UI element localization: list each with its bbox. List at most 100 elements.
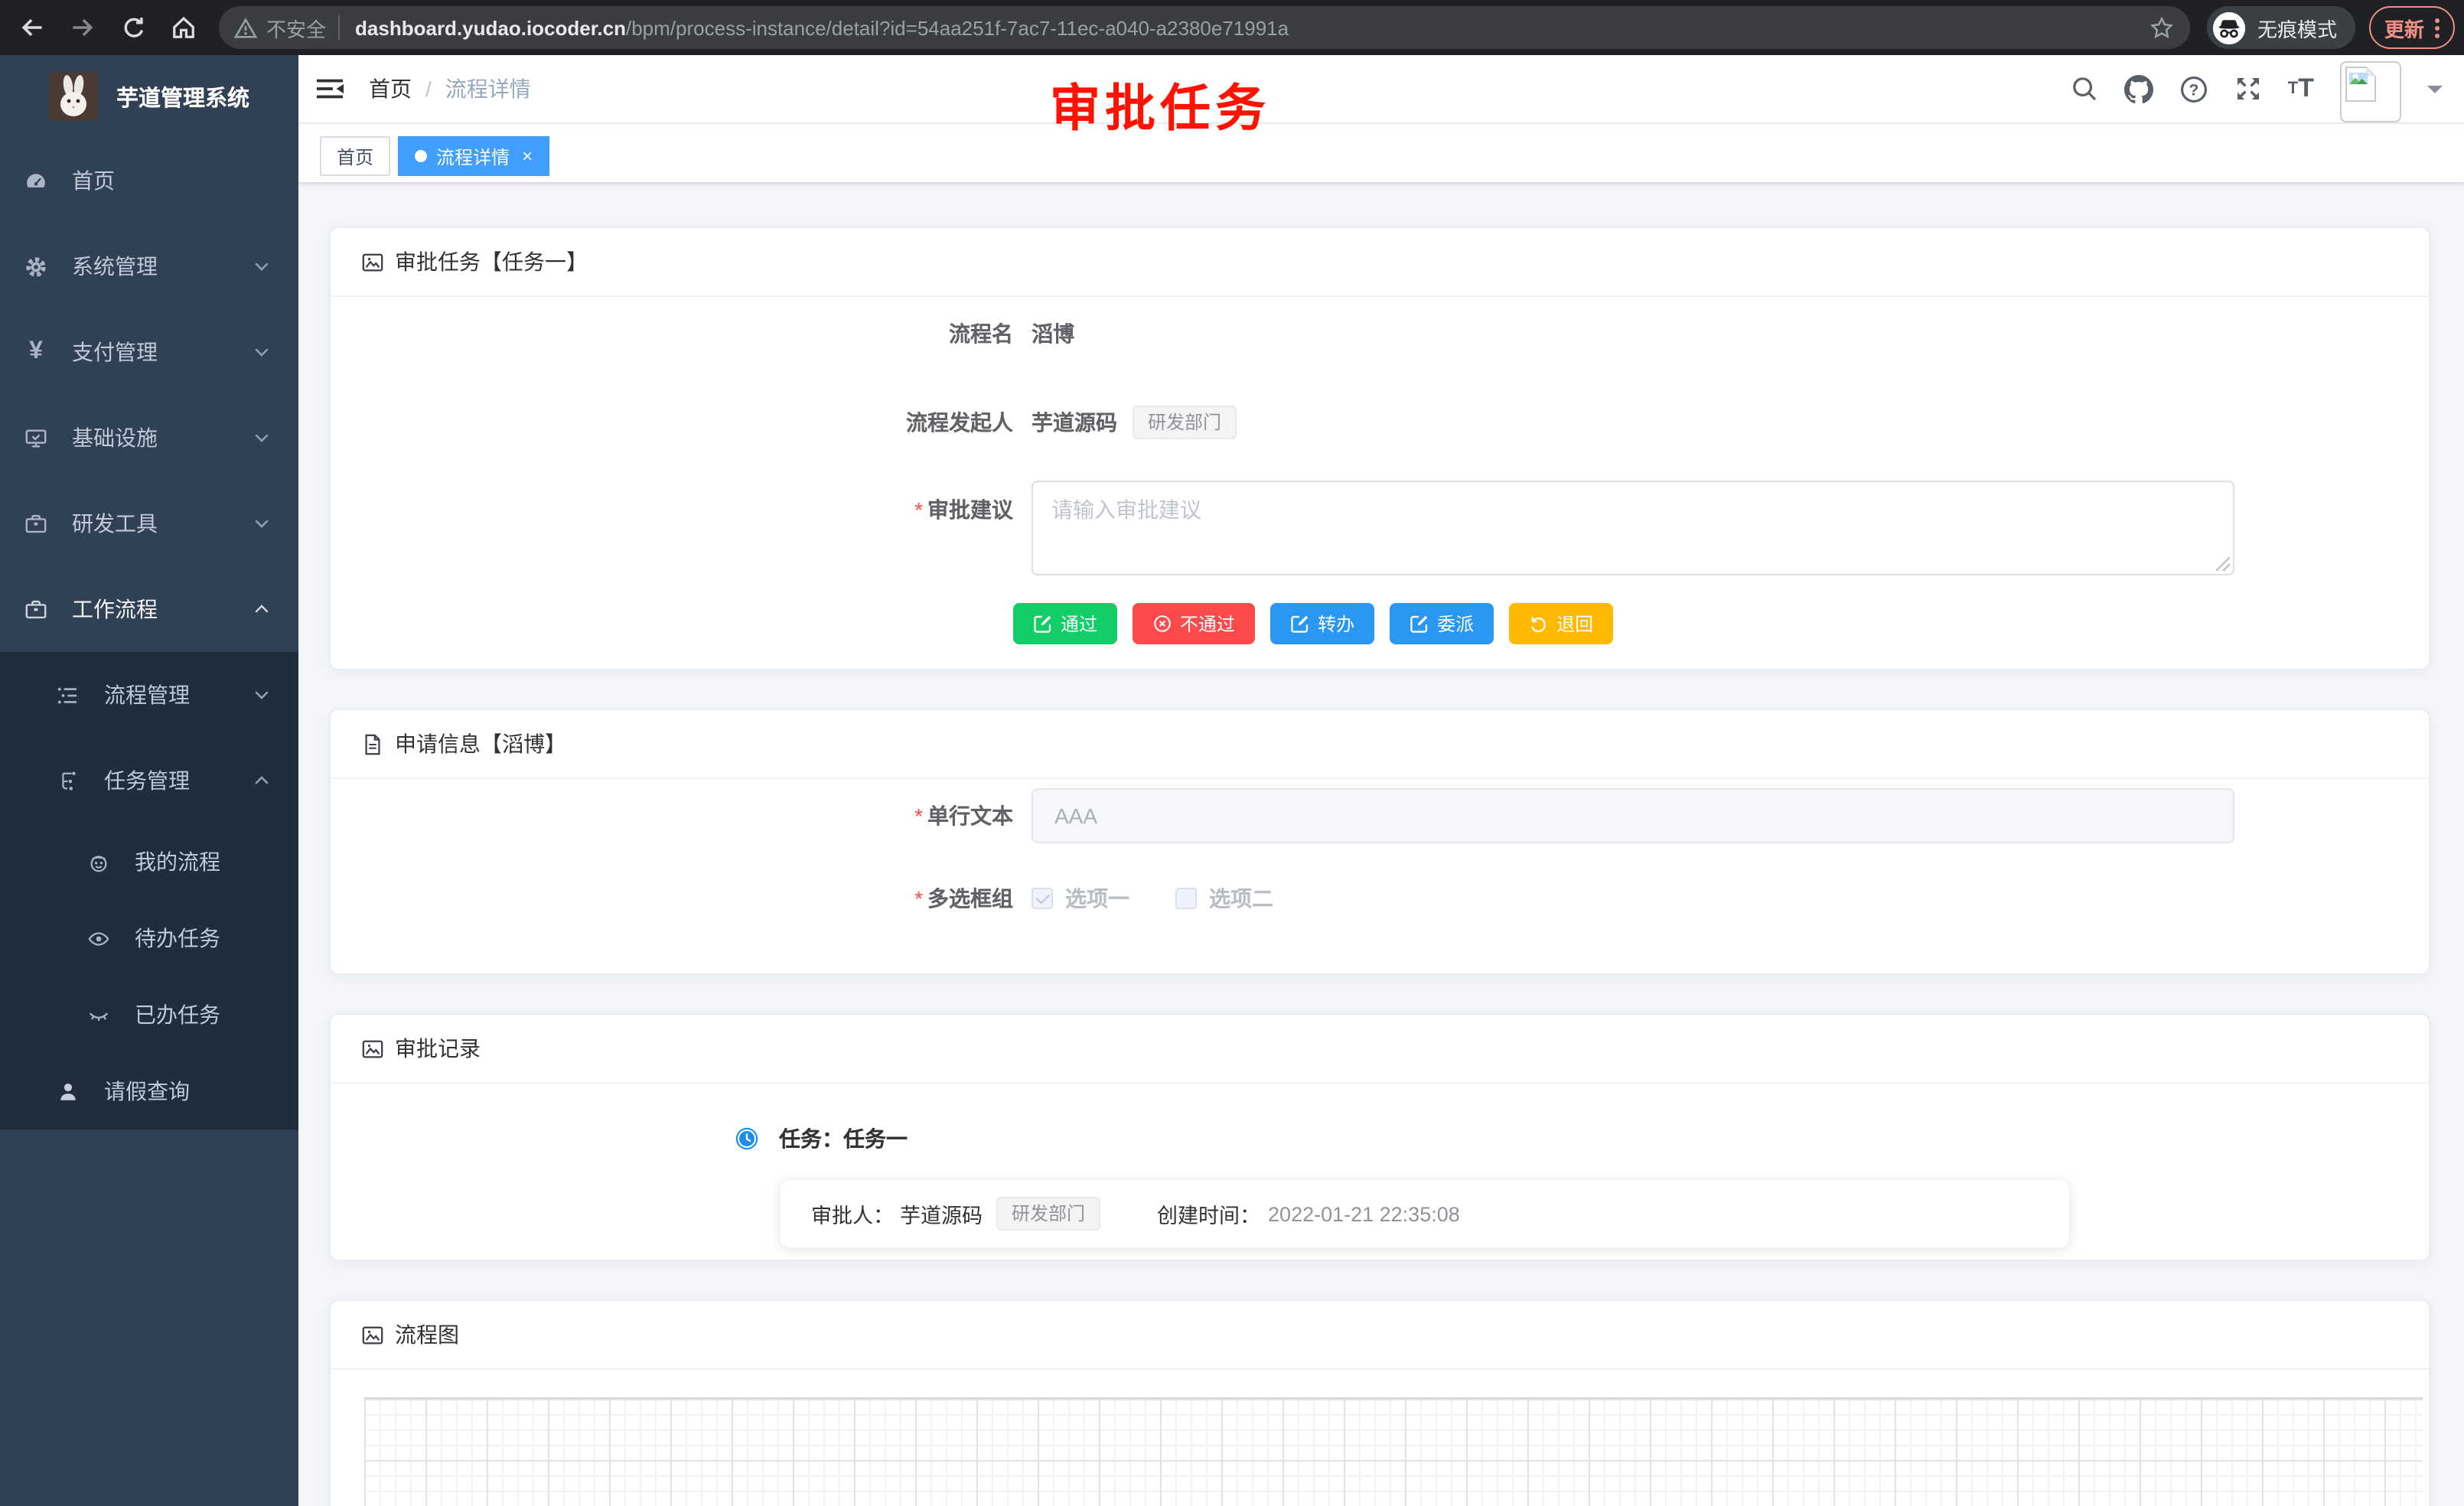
create-time-label: 创建时间：	[1157, 1198, 1260, 1229]
record-detail-card: 审批人： 芋道源码 研发部门 创建时间： 2022-01-21 22:35:08	[781, 1180, 2069, 1247]
security-label: 不安全	[266, 13, 326, 42]
checkbox-checked-icon	[1032, 888, 1053, 909]
text-field-label: 单行文本	[927, 804, 1013, 828]
flow-diagram-card: 流程图	[329, 1299, 2430, 1506]
suggest-textarea-wrap	[1032, 481, 2234, 575]
breadcrumb-separator: /	[425, 77, 432, 101]
sidebar-item-todo-tasks[interactable]: 待办任务	[0, 900, 298, 976]
yen-icon: ¥	[24, 338, 47, 366]
sidebar-item-payment[interactable]: ¥ 支付管理	[0, 309, 298, 395]
incognito-label: 无痕模式	[2257, 13, 2337, 42]
sidebar-item-devtools[interactable]: 研发工具	[0, 481, 298, 566]
sidebar: 芋道管理系统 首页 系统管理 ¥ 支付管理	[0, 55, 298, 1506]
approval-task-card: 审批任务【任务一】 流程名 滔博 流程发起人 芋道源码 研发部门	[329, 227, 2430, 670]
tab-close-icon[interactable]: ×	[522, 145, 533, 167]
return-button[interactable]: 退回	[1509, 603, 1613, 644]
url-bar[interactable]: 不安全 dashboard.yudao.iocoder.cn /bpm/proc…	[219, 6, 2190, 49]
chevron-down-icon	[253, 429, 271, 447]
reject-button[interactable]: 不通过	[1133, 603, 1255, 644]
sidebar-item-task-mgmt[interactable]: 任务管理	[0, 738, 298, 823]
breadcrumb-home[interactable]: 首页	[369, 73, 412, 104]
bookmark-star-icon[interactable]	[2149, 15, 2175, 41]
transfer-button[interactable]: 转办	[1270, 603, 1374, 644]
record-task-title: 任务：任务一	[779, 1123, 908, 1154]
process-name-value: 滔博	[1032, 318, 1074, 349]
monitor-icon	[24, 426, 47, 449]
reload-icon[interactable]	[119, 14, 147, 41]
sidebar-item-process-mgmt[interactable]: 流程管理	[0, 652, 298, 738]
briefcase-icon	[24, 598, 47, 621]
sidebar-item-done-tasks[interactable]: 已办任务	[0, 976, 298, 1053]
avatar[interactable]	[2340, 61, 2401, 122]
chevron-down-icon	[253, 343, 271, 361]
tab-process-detail[interactable]: 流程详情 ×	[398, 136, 549, 176]
process-name-label: 流程名	[331, 318, 1032, 349]
app-logo	[49, 72, 98, 121]
picture-outline-icon	[361, 250, 384, 273]
eye-closed-icon	[87, 1003, 110, 1026]
incognito-icon	[2211, 10, 2247, 45]
not-secure-icon	[234, 16, 257, 39]
logo-row: 芋道管理系统	[0, 55, 298, 138]
chevron-down-icon	[253, 686, 271, 704]
incognito-badge: 无痕模式	[2207, 6, 2355, 49]
create-time-value: 2022-01-21 22:35:08	[1268, 1202, 1460, 1225]
github-icon[interactable]	[2124, 74, 2153, 103]
update-button[interactable]: 更新	[2369, 6, 2455, 49]
approver-label: 审批人：	[811, 1198, 894, 1229]
picture-outline-icon	[361, 1323, 384, 1346]
approve-button[interactable]: 通过	[1013, 603, 1117, 644]
timeline-clock-icon	[735, 1126, 759, 1151]
document-icon	[361, 732, 384, 755]
checkbox-unchecked-icon	[1175, 888, 1197, 909]
svg-text:?: ?	[2189, 81, 2198, 99]
apply-info-card: 申请信息【滔博】 *单行文本 *多选框组	[329, 709, 2430, 975]
card-title: 审批记录	[395, 1033, 481, 1064]
sidebar-collapse-icon[interactable]	[315, 77, 344, 101]
resize-grip[interactable]	[2216, 557, 2230, 571]
card-title: 流程图	[395, 1319, 459, 1350]
initiator-value: 芋道源码	[1032, 407, 1117, 438]
sidebar-item-leave-query[interactable]: 请假查询	[0, 1053, 298, 1130]
search-icon[interactable]	[2071, 75, 2098, 103]
toolbox-icon	[24, 512, 47, 535]
bpmn-diagram-canvas[interactable]	[364, 1397, 2423, 1506]
avatar-dropdown-caret[interactable]	[2427, 85, 2443, 100]
org-tree-icon	[57, 769, 80, 792]
sidebar-item-workflow[interactable]: 工作流程	[0, 566, 298, 652]
home-icon[interactable]	[170, 14, 197, 41]
breadcrumb-current: 流程详情	[445, 73, 531, 104]
sidebar-item-my-process[interactable]: 我的流程	[0, 823, 298, 900]
card-title: 审批任务【任务一】	[395, 246, 588, 277]
sidebar-item-home[interactable]: 首页	[0, 138, 298, 223]
suggest-textarea[interactable]	[1033, 482, 2233, 574]
required-asterisk: *	[914, 497, 923, 522]
font-size-icon[interactable]: TT	[2288, 73, 2314, 104]
back-icon[interactable]	[18, 14, 46, 41]
url-path: /bpm/process-instance/detail?id=54aa251f…	[626, 16, 2136, 39]
top-navbar: 首页 / 流程详情 ?	[298, 55, 2464, 124]
eye-icon	[87, 927, 110, 950]
page-content: 审批任务【任务一】 流程名 滔博 流程发起人 芋道源码 研发部门	[298, 184, 2464, 1506]
tab-home[interactable]: 首页	[320, 136, 390, 176]
required-asterisk: *	[914, 804, 923, 828]
single-line-text-input	[1032, 788, 2234, 843]
suggest-label: 审批建议	[927, 497, 1013, 522]
checkbox-option-1: 选项一	[1032, 883, 1129, 914]
sidebar-item-system[interactable]: 系统管理	[0, 223, 298, 309]
active-tab-dot	[415, 150, 427, 162]
approver-value: 芋道源码	[900, 1198, 983, 1229]
chevron-down-icon	[253, 257, 271, 275]
forward-icon[interactable]	[69, 14, 96, 41]
delegate-button[interactable]: 委派	[1390, 603, 1494, 644]
fullscreen-icon[interactable]	[2234, 75, 2262, 103]
sidebar-item-infra[interactable]: 基础设施	[0, 395, 298, 481]
tree-list-icon	[57, 683, 80, 706]
robot-face-icon	[87, 850, 110, 873]
required-asterisk: *	[914, 886, 923, 911]
help-icon[interactable]: ?	[2179, 74, 2208, 103]
chevron-down-icon	[253, 514, 271, 533]
initiator-label: 流程发起人	[331, 407, 1032, 438]
browser-menu-icon[interactable]	[2435, 18, 2440, 37]
dept-tag: 研发部门	[1133, 406, 1237, 439]
